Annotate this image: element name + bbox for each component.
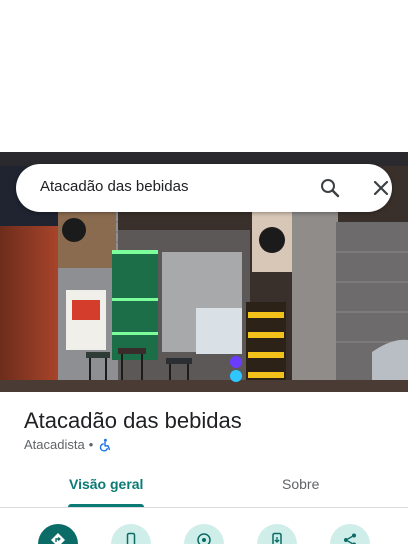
map-area-blank xyxy=(0,0,408,152)
send-to-phone-button[interactable] xyxy=(257,524,297,544)
tab-overview[interactable]: Visão geral xyxy=(69,476,143,492)
save-button[interactable] xyxy=(184,524,224,544)
tab-about[interactable]: Sobre xyxy=(282,476,319,492)
meta-separator: • xyxy=(88,437,94,452)
place-title: Atacadão das bebidas xyxy=(24,408,242,433)
search-bar[interactable]: Atacadão das bebidas xyxy=(16,164,392,212)
directions-button[interactable] xyxy=(38,524,78,544)
action-row xyxy=(0,520,408,544)
save-icon xyxy=(197,533,211,544)
share-icon xyxy=(344,533,356,544)
wheelchair-icon xyxy=(100,438,111,452)
close-icon[interactable] xyxy=(369,176,393,200)
search-icon[interactable] xyxy=(318,176,342,200)
place-tabs: Visão geral Sobre xyxy=(0,466,408,508)
directions-icon xyxy=(51,533,65,544)
add-to-phone-icon xyxy=(272,532,282,544)
phone-icon xyxy=(126,532,136,544)
active-tab-indicator xyxy=(68,504,144,507)
search-input[interactable]: Atacadão das bebidas xyxy=(40,178,188,195)
place-meta: Atacadista • xyxy=(24,437,112,452)
share-button[interactable] xyxy=(330,524,370,544)
call-button[interactable] xyxy=(111,524,151,544)
place-category: Atacadista xyxy=(24,437,85,452)
